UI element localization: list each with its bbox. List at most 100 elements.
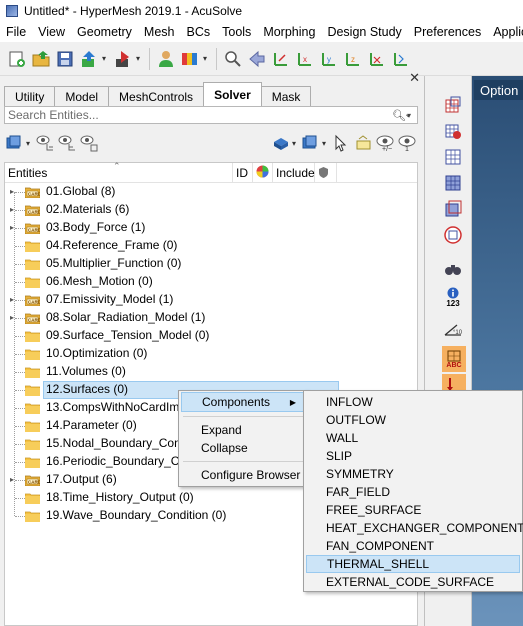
menu-bcs[interactable]: BCs bbox=[181, 25, 217, 39]
angle-measure-icon[interactable]: °10 bbox=[442, 318, 464, 340]
tree-item[interactable]: 05.Multiplier_Function (0) bbox=[5, 255, 417, 273]
mesh-solid-icon[interactable] bbox=[442, 198, 464, 220]
folder-display-dropdown-icon[interactable]: ▾ bbox=[322, 139, 330, 148]
view-yx-icon[interactable] bbox=[366, 48, 388, 70]
tree-item[interactable]: ▸ CARD 02.Materials (6) bbox=[5, 201, 417, 219]
hide-eye-tree-icon[interactable] bbox=[56, 132, 78, 154]
new-model-icon[interactable] bbox=[6, 48, 28, 70]
import-icon[interactable] bbox=[78, 48, 100, 70]
submenu-item-fan-component[interactable]: FAN_COMPONENT bbox=[306, 537, 520, 555]
view-iso-icon[interactable] bbox=[270, 48, 292, 70]
user-profile-icon[interactable] bbox=[155, 48, 177, 70]
export-icon[interactable] bbox=[112, 48, 134, 70]
column-id[interactable]: ID bbox=[233, 163, 253, 183]
submenu-item-symmetry[interactable]: SYMMETRY bbox=[306, 465, 520, 483]
column-color[interactable] bbox=[253, 163, 273, 183]
tree-item[interactable]: 10.Optimization (0) bbox=[5, 345, 417, 363]
menu-mesh[interactable]: Mesh bbox=[138, 25, 181, 39]
menu-view[interactable]: View bbox=[32, 25, 71, 39]
open-model-icon[interactable] bbox=[30, 48, 52, 70]
color-palette-icon[interactable] bbox=[179, 48, 201, 70]
color-dropdown-icon[interactable]: ▾ bbox=[203, 54, 211, 63]
menu-item-expand[interactable]: Expand bbox=[181, 420, 305, 440]
tree-item[interactable]: ▸ CARD 03.Body_Force (1) bbox=[5, 219, 417, 237]
tree-branch-line bbox=[15, 264, 25, 265]
back-arrow-icon[interactable] bbox=[246, 48, 268, 70]
expand-arrow-icon[interactable]: ▸ bbox=[10, 188, 18, 196]
select-cursor-icon[interactable] bbox=[330, 132, 352, 154]
tab-utility[interactable]: Utility bbox=[4, 86, 56, 106]
submenu-item-free-surface[interactable]: FREE_SURFACE bbox=[306, 501, 520, 519]
menu-applications[interactable]: Applicat bbox=[487, 25, 523, 39]
tree-item[interactable]: ▸ CARD 07.Emissivity_Model (1) bbox=[5, 291, 417, 309]
eye-toggle-icon[interactable]: +/− bbox=[374, 132, 396, 154]
expand-arrow-icon[interactable]: ▸ bbox=[10, 476, 18, 484]
eye-show-one-icon[interactable]: 1 bbox=[396, 132, 418, 154]
submenu-item-wall[interactable]: WALL bbox=[306, 429, 520, 447]
menu-tools[interactable]: Tools bbox=[216, 25, 257, 39]
menu-morphing[interactable]: Morphing bbox=[257, 25, 321, 39]
tree-item[interactable]: 11.Volumes (0) bbox=[5, 363, 417, 381]
tree-item[interactable]: 09.Surface_Tension_Model (0) bbox=[5, 327, 417, 345]
tab-meshcontrols[interactable]: MeshControls bbox=[108, 86, 205, 106]
expand-arrow-icon[interactable]: ▸ bbox=[10, 224, 18, 232]
view-zx-icon[interactable]: z bbox=[342, 48, 364, 70]
mesh-fill-icon[interactable] bbox=[442, 172, 464, 194]
mesh-target-icon[interactable] bbox=[442, 224, 464, 246]
tree-item[interactable]: 06.Mesh_Motion (0) bbox=[5, 273, 417, 291]
submenu-item-outflow[interactable]: OUTFLOW bbox=[306, 411, 520, 429]
submenu-item-inflow[interactable]: INFLOW bbox=[306, 393, 520, 411]
expand-arrow-icon[interactable]: ▸ bbox=[10, 314, 18, 322]
mesh-grid-icon[interactable] bbox=[442, 146, 464, 168]
submenu-item-external-code-surface[interactable]: EXTERNAL_CODE_SURFACE bbox=[306, 573, 520, 591]
hypermesh-app-icon bbox=[6, 5, 18, 17]
tab-mask[interactable]: Mask bbox=[260, 86, 312, 106]
mesh-edit-icon[interactable] bbox=[442, 120, 464, 142]
menu-file[interactable]: File bbox=[0, 25, 32, 39]
mesh-cube-icon[interactable] bbox=[442, 94, 464, 116]
tree-item[interactable]: 04.Reference_Frame (0) bbox=[5, 237, 417, 255]
expand-arrow-icon[interactable]: ▸ bbox=[10, 206, 18, 214]
binoculars-icon[interactable] bbox=[442, 258, 464, 280]
tab-solver[interactable]: Solver bbox=[203, 82, 262, 106]
search-entities-field[interactable]: Search Entities... 🔍︎ ▾ bbox=[4, 106, 418, 124]
view-zy-icon[interactable] bbox=[390, 48, 412, 70]
menu-preferences[interactable]: Preferences bbox=[408, 25, 487, 39]
collapse-search-icon[interactable]: ⌄ bbox=[404, 109, 412, 120]
isolate-eye-tree-icon[interactable] bbox=[78, 132, 100, 154]
submenu-item-thermal-shell[interactable]: THERMAL_SHELL bbox=[306, 555, 520, 573]
view-xy-icon[interactable]: x bbox=[294, 48, 316, 70]
component-color-dropdown-icon[interactable]: ▾ bbox=[292, 139, 300, 148]
tree-item[interactable]: ▸ CARD 01.Global (8) bbox=[5, 183, 417, 201]
menu-item-configure-browser[interactable]: Configure Browser bbox=[181, 465, 305, 485]
component-color-icon[interactable] bbox=[270, 132, 292, 154]
column-id-label: ID bbox=[236, 166, 248, 180]
show-eye-tree-icon[interactable] bbox=[34, 132, 56, 154]
option-tab[interactable]: Option bbox=[474, 80, 523, 100]
save-model-icon[interactable] bbox=[54, 48, 76, 70]
close-panel-icon[interactable]: ✕ bbox=[409, 70, 420, 86]
highlight-icon[interactable] bbox=[352, 132, 374, 154]
tree-item[interactable]: ▸ CARD 08.Solar_Radiation_Model (1) bbox=[5, 309, 417, 327]
menu-item-components[interactable]: Components ▶ bbox=[181, 392, 305, 412]
column-include[interactable]: Include bbox=[273, 163, 315, 183]
folder-view-icon[interactable] bbox=[4, 132, 26, 154]
zoom-icon[interactable] bbox=[222, 48, 244, 70]
info-count-icon[interactable]: 123 bbox=[442, 286, 464, 308]
view-yz-icon[interactable]: y bbox=[318, 48, 340, 70]
menu-design-study[interactable]: Design Study bbox=[321, 25, 407, 39]
menu-geometry[interactable]: Geometry bbox=[71, 25, 138, 39]
submenu-item-slip[interactable]: SLIP bbox=[306, 447, 520, 465]
submenu-item-far-field[interactable]: FAR_FIELD bbox=[306, 483, 520, 501]
menu-item-collapse[interactable]: Collapse bbox=[181, 438, 305, 458]
expand-arrow-icon[interactable]: ▸ bbox=[10, 296, 18, 304]
column-lock[interactable] bbox=[315, 163, 337, 183]
search-input[interactable]: Search Entities... bbox=[5, 108, 391, 122]
submenu-item-heat-exchanger-component[interactable]: HEAT_EXCHANGER_COMPONENT bbox=[306, 519, 523, 537]
folder-view-dropdown-icon[interactable]: ▾ bbox=[26, 139, 34, 148]
import-dropdown-icon[interactable]: ▾ bbox=[102, 54, 110, 63]
tab-model[interactable]: Model bbox=[54, 86, 110, 106]
export-dropdown-icon[interactable]: ▾ bbox=[136, 54, 144, 63]
abc-label-icon[interactable]: ABC bbox=[442, 346, 466, 372]
folder-display-icon[interactable] bbox=[300, 132, 322, 154]
